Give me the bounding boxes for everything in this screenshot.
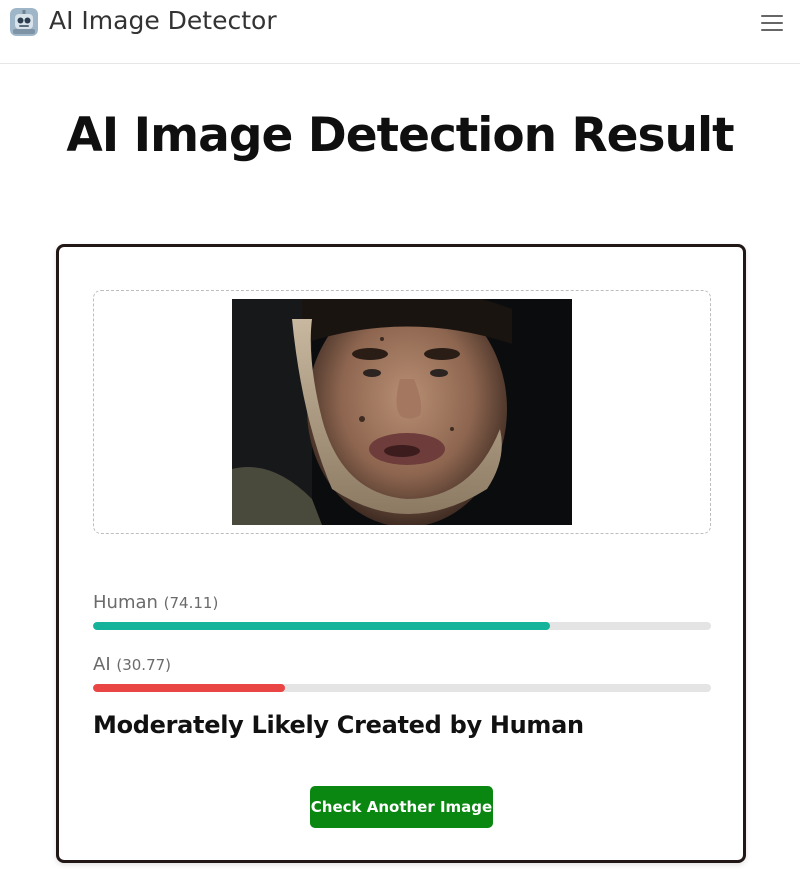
page-title: AI Image Detection Result — [66, 108, 734, 163]
image-preview-area — [93, 290, 711, 534]
result-card: Human (74.11) AI (30.77) Moderately Like… — [56, 244, 746, 863]
human-progress-bar — [93, 622, 711, 630]
hamburger-menu-icon[interactable] — [760, 12, 784, 34]
ai-label: AI — [93, 654, 111, 675]
verdict-text: Moderately Likely Created by Human — [93, 711, 584, 739]
human-label: Human — [93, 592, 158, 613]
ai-score-label: AI (30.77) — [93, 654, 171, 675]
ai-score: (30.77) — [116, 656, 172, 674]
top-bar: AI Image Detector — [0, 0, 800, 64]
human-progress-fill — [93, 622, 551, 630]
human-score: (74.11) — [163, 594, 219, 612]
human-score-label: Human (74.11) — [93, 592, 218, 613]
robot-logo-icon[interactable] — [10, 8, 38, 36]
app-title[interactable]: AI Image Detector — [49, 6, 277, 35]
uploaded-image — [232, 299, 572, 525]
ai-progress-bar — [93, 684, 711, 692]
check-another-image-button[interactable]: Check Another Image — [310, 786, 493, 828]
ai-progress-fill — [93, 684, 285, 692]
